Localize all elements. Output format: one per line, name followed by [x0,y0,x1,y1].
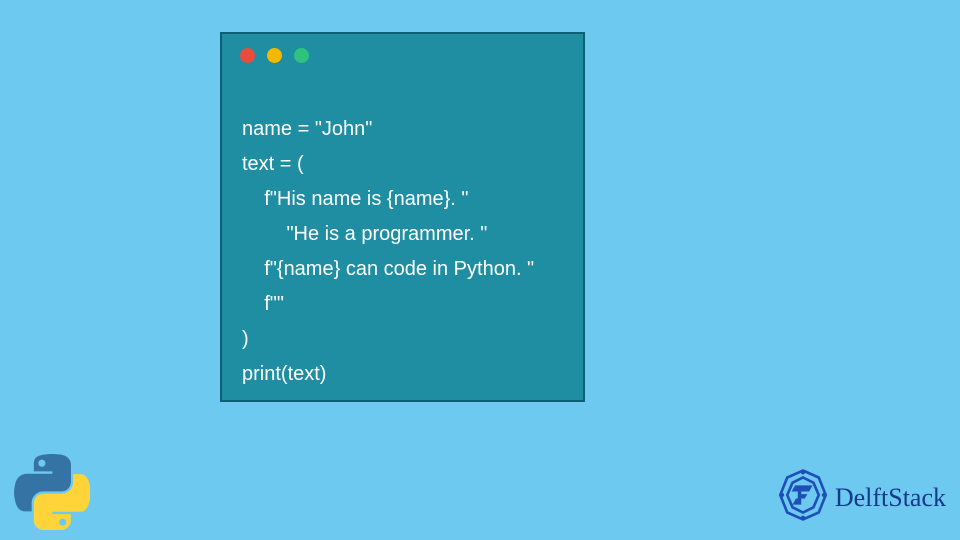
python-icon [14,454,90,530]
brand-name: DelftStack [835,483,946,513]
close-icon [240,48,255,63]
code-line: f"{name} can code in Python. " [242,258,534,280]
delft-emblem-icon [775,467,831,528]
code-block: name = "John" text = ( f"His name is {na… [222,69,583,445]
code-line: f"His name is {name}. " [242,188,469,210]
code-window: name = "John" text = ( f"His name is {na… [220,32,585,402]
code-line: "He is a programmer. " [242,223,487,245]
window-titlebar [222,34,583,69]
delftstack-logo: DelftStack [775,467,946,528]
code-line: ) [242,328,249,350]
code-line: print(text) [242,363,326,385]
code-line: text = ( [242,153,304,175]
maximize-icon [294,48,309,63]
code-line: name = "John" [242,118,372,140]
code-line: f"" [242,293,284,315]
minimize-icon [267,48,282,63]
